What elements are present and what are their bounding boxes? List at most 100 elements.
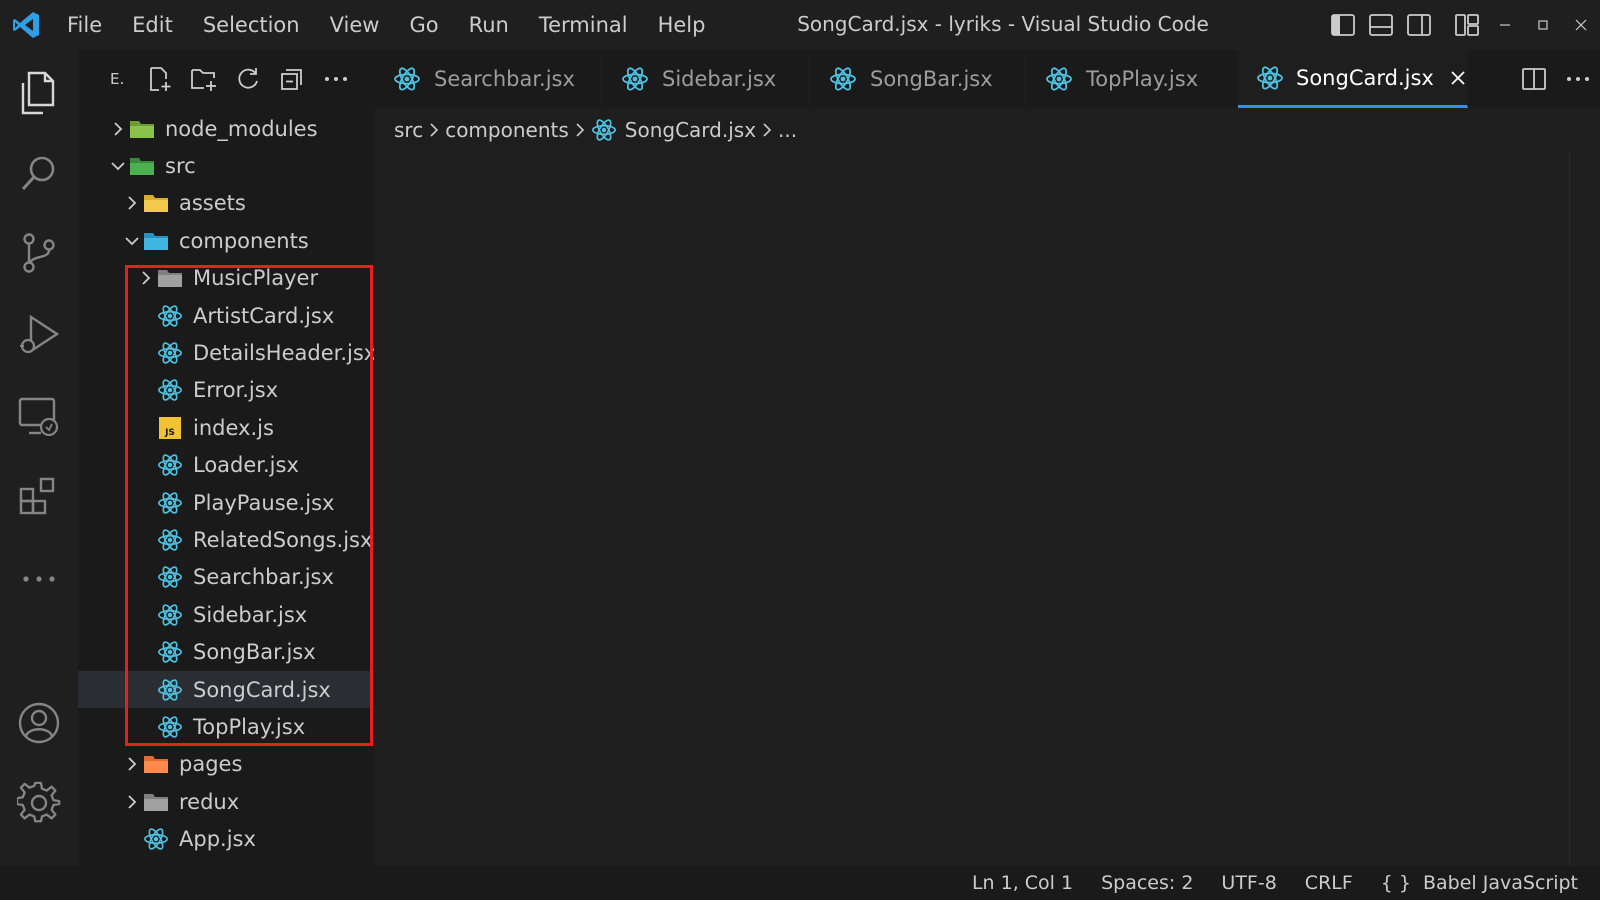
tab-songbar[interactable]: SongBar.jsx [810, 50, 1026, 108]
menu-go[interactable]: Go [394, 0, 453, 50]
extensions-icon[interactable] [0, 462, 78, 532]
status-language[interactable]: { } Babel JavaScript [1381, 872, 1578, 894]
status-cursor-position[interactable]: Ln 1, Col 1 [972, 872, 1073, 894]
react-icon [620, 64, 650, 94]
tree-item-label: node_modules [165, 116, 318, 141]
tree-folder[interactable]: src [78, 147, 374, 184]
folder-icon [143, 789, 169, 815]
tab-label: SongCard.jsx [1296, 65, 1434, 90]
chevron-right-icon [756, 122, 778, 138]
vscode-logo-icon [0, 0, 52, 50]
chevron-right-icon [569, 122, 591, 138]
menu-edit[interactable]: Edit [117, 0, 188, 50]
refresh-explorer-icon[interactable] [226, 59, 270, 99]
react-icon [828, 64, 858, 94]
highlight-box [125, 265, 373, 746]
status-eol[interactable]: CRLF [1305, 872, 1353, 894]
folder-components-icon [143, 228, 169, 254]
tab-sidebar[interactable]: Sidebar.jsx [602, 50, 810, 108]
collapse-folders-icon[interactable] [270, 59, 314, 99]
maximize-icon[interactable] [1524, 0, 1562, 50]
tree-file[interactable]: App.jsx [78, 821, 374, 858]
braces-icon: { } [1380, 872, 1411, 894]
folder-node-icon [129, 116, 155, 142]
status-indentation[interactable]: Spaces: 2 [1101, 872, 1193, 894]
tree-folder[interactable]: pages [78, 746, 374, 783]
react-icon [143, 826, 169, 852]
toggle-panel-icon[interactable] [1362, 0, 1400, 50]
react-icon [1256, 63, 1284, 93]
run-debug-icon[interactable] [0, 300, 78, 370]
explorer-title: E. [110, 70, 125, 88]
title-bar: File Edit Selection View Go Run Terminal… [0, 0, 1600, 50]
folder-src-icon [129, 153, 155, 179]
react-icon [392, 64, 422, 94]
chevron-right-icon [423, 122, 445, 138]
close-tab-icon[interactable] [1450, 66, 1467, 90]
tab-label: Searchbar.jsx [434, 67, 575, 91]
react-icon [1044, 64, 1074, 94]
menu-terminal[interactable]: Terminal [524, 0, 643, 50]
menu-view[interactable]: View [315, 0, 395, 50]
tab-topplay[interactable]: TopPlay.jsx [1026, 50, 1238, 108]
tab-actions [1512, 50, 1600, 108]
tab-searchbar[interactable]: Searchbar.jsx [374, 50, 602, 108]
folder-assets-icon [143, 190, 169, 216]
menu-selection[interactable]: Selection [188, 0, 315, 50]
source-control-icon[interactable] [0, 218, 78, 288]
chevron-right-icon[interactable] [107, 118, 129, 140]
language-label: Babel JavaScript [1423, 872, 1578, 894]
minimize-icon[interactable] [1486, 0, 1524, 50]
chevron-down-icon[interactable] [121, 230, 143, 252]
chevron-down-icon[interactable] [107, 155, 129, 177]
tree-item-label: components [179, 228, 309, 253]
tab-label: SongBar.jsx [870, 67, 993, 91]
split-editor-icon[interactable] [1512, 59, 1556, 99]
tree-item-label: App.jsx [179, 827, 256, 852]
explorer-more-icon[interactable] [314, 59, 358, 99]
customize-layout-icon[interactable] [1448, 0, 1486, 50]
tab-label: TopPlay.jsx [1086, 67, 1199, 91]
menu-bar: File Edit Selection View Go Run Terminal… [52, 0, 720, 50]
react-icon [591, 117, 617, 143]
more-icon[interactable] [0, 544, 78, 614]
status-bar: Ln 1, Col 1 Spaces: 2 UTF-8 CRLF { } Babe… [0, 866, 1600, 900]
chevron-right-icon[interactable] [121, 192, 143, 214]
tree-folder[interactable]: redux [78, 783, 374, 820]
activity-bar [0, 50, 78, 866]
toggle-primary-sidebar-icon[interactable] [1324, 0, 1362, 50]
breadcrumb: src components SongCard.jsx ... [394, 112, 797, 148]
settings-gear-icon[interactable] [0, 768, 78, 838]
chevron-right-icon[interactable] [121, 753, 143, 775]
search-icon[interactable] [0, 138, 78, 208]
tree-item-label: redux [179, 789, 240, 814]
editor-area[interactable] [374, 150, 1600, 866]
status-encoding[interactable]: UTF-8 [1221, 872, 1276, 894]
tree-item-label: assets [179, 191, 246, 216]
explorer-header: E. [78, 50, 374, 108]
tree-folder[interactable]: node_modules [78, 110, 374, 147]
menu-run[interactable]: Run [454, 0, 524, 50]
editor-more-icon[interactable] [1556, 59, 1600, 99]
breadcrumb-file[interactable]: SongCard.jsx [625, 118, 756, 142]
close-window-icon[interactable] [1562, 0, 1600, 50]
window-title: SongCard.jsx - lyriks - Visual Studio Co… [797, 12, 1209, 36]
toggle-secondary-sidebar-icon[interactable] [1400, 0, 1438, 50]
menu-file[interactable]: File [52, 0, 117, 50]
files-icon[interactable] [0, 58, 78, 128]
editor-scrollbar[interactable] [1569, 150, 1570, 866]
tree-item-label: pages [179, 752, 243, 777]
new-folder-icon[interactable] [182, 59, 226, 99]
remote-explorer-icon[interactable] [0, 382, 78, 452]
breadcrumb-symbols[interactable]: ... [778, 118, 797, 142]
tree-folder[interactable]: components [78, 222, 374, 259]
new-file-icon[interactable] [138, 59, 182, 99]
chevron-right-icon[interactable] [121, 791, 143, 813]
tree-folder[interactable]: assets [78, 185, 374, 222]
editor-tab-bar: Searchbar.jsx Sidebar.jsx SongBar.jsx To… [374, 50, 1600, 108]
breadcrumb-components[interactable]: components [445, 118, 569, 142]
breadcrumb-src[interactable]: src [394, 118, 423, 142]
tab-songcard[interactable]: SongCard.jsx [1238, 50, 1468, 108]
tree-item-label: src [165, 153, 196, 178]
account-icon[interactable] [0, 688, 78, 758]
